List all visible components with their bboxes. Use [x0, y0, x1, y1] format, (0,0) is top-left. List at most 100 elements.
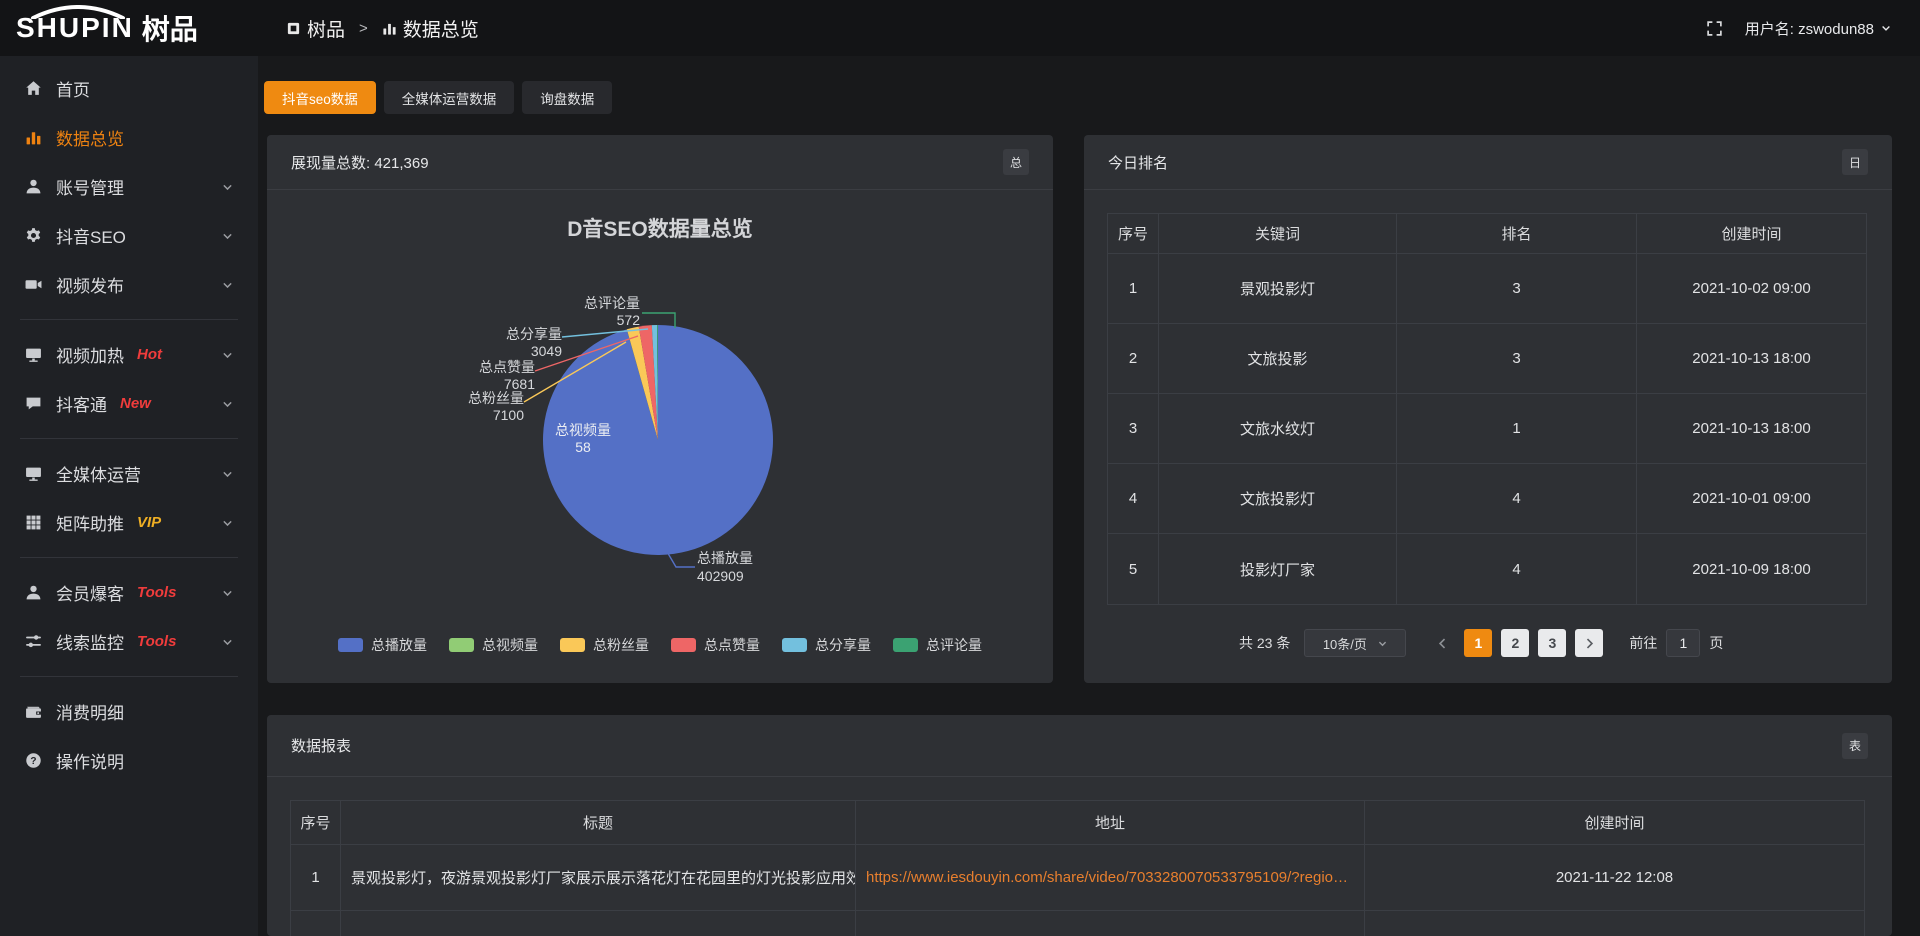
sidebar-item-badge: Tools [137, 633, 176, 650]
sidebar-item-视频加热[interactable]: 视频加热Hot [0, 330, 258, 379]
sidebar-item-label: 抖音SEO [56, 223, 126, 248]
table-row: 1景观投影灯，夜游景观投影灯厂家展示展示落花灯在花园里的灯光投影应用效果 #ht… [291, 845, 1864, 911]
column-header: 创建时间 [1637, 214, 1866, 253]
tab-抖音seo数据[interactable]: 抖音seo数据 [264, 81, 376, 114]
legend-item-总粉丝量[interactable]: 总粉丝量 [560, 635, 649, 655]
app-square-icon [286, 21, 301, 36]
jump-prefix-label: 前往 [1629, 633, 1657, 653]
legend-item-总播放量[interactable]: 总播放量 [338, 635, 427, 655]
daily-toggle-button[interactable]: 日 [1842, 149, 1868, 175]
page-size-select[interactable]: 10条/页 [1304, 629, 1406, 657]
chevron-down-icon [1880, 22, 1892, 34]
table-header-row: 序号标题地址创建时间 [291, 801, 1864, 845]
table-cell: 文旅投影 [1159, 324, 1397, 393]
sidebar-item-会员爆客[interactable]: 会员爆客Tools [0, 568, 258, 617]
table-toggle-button[interactable]: 表 [1842, 733, 1868, 759]
page-jump: 前往 页 [1629, 629, 1723, 657]
sidebar-item-消费明细[interactable]: 消费明细 [0, 687, 258, 736]
top-bar: SHUPIN 树品 树品 > 数据总览 用户名: zswodun88 [0, 0, 1920, 56]
sidebar-item-label: 视频发布 [56, 272, 124, 297]
chat-icon [25, 395, 42, 412]
table-cell: 2021-10-02 09:00 [1637, 254, 1866, 323]
pie-label-value: 7100 [493, 407, 524, 423]
sidebar-item-抖音SEO[interactable]: 抖音SEO [0, 211, 258, 260]
pagination-total: 共 23 条 [1239, 633, 1290, 653]
next-page-icon[interactable] [1575, 629, 1603, 657]
sliders-icon [25, 633, 42, 650]
logo-text-cn: 树品 [142, 8, 198, 48]
table-cell: 4 [1397, 464, 1637, 533]
page-jump-input[interactable] [1666, 629, 1700, 657]
sidebar-item-首页[interactable]: 首页 [0, 64, 258, 113]
app-logo: SHUPIN 树品 [0, 0, 258, 56]
pie-label-name: 总分享量 [506, 326, 562, 342]
pie-label-value: 402909 [697, 568, 744, 584]
sidebar-item-视频发布[interactable]: 视频发布 [0, 260, 258, 309]
column-header: 标题 [341, 801, 856, 844]
sidebar-item-线索监控[interactable]: 线索监控Tools [0, 617, 258, 666]
legend-label: 总粉丝量 [593, 635, 649, 655]
breadcrumb: 树品 > 数据总览 [286, 15, 479, 42]
pie-label-name: 总评论量 [584, 295, 640, 311]
table-header-row: 序号关键词排名创建时间 [1108, 214, 1866, 254]
table-cell: 1 [291, 845, 341, 910]
page-number-list: 123 [1464, 629, 1566, 657]
prev-page-icon[interactable] [1432, 637, 1452, 650]
breadcrumb-item-current: 数据总览 [403, 15, 479, 42]
table-cell: 2021-10-01 09:00 [1637, 464, 1866, 533]
pie-label-name: 总点赞量 [479, 359, 535, 375]
user-menu[interactable]: 用户名: zswodun88 [1745, 18, 1892, 39]
fullscreen-icon[interactable] [1706, 20, 1723, 37]
video-camera-icon [25, 276, 42, 293]
legend-swatch [671, 638, 696, 652]
sidebar-item-抖客通[interactable]: 抖客通New [0, 379, 258, 428]
breadcrumb-item-root[interactable]: 树品 [307, 15, 345, 42]
chart-legend: 总播放量 总视频量 总粉丝量 总点赞量 总分享量 总评论量 [267, 635, 1053, 655]
tab-询盘数据[interactable]: 询盘数据 [522, 81, 612, 114]
page-number-1[interactable]: 1 [1464, 629, 1492, 657]
report-panel-title: 数据报表 [291, 735, 351, 756]
table-cell: 2021-10-13 18:00 [1637, 394, 1866, 463]
tab-全媒体运营数据[interactable]: 全媒体运营数据 [384, 81, 515, 114]
page-size-value: 10条/页 [1323, 634, 1367, 653]
table-cell: 2021-10-13 18:00 [1637, 324, 1866, 393]
report-panel: 数据报表 表 序号标题地址创建时间1景观投影灯，夜游景观投影灯厂家展示展示落花灯… [267, 715, 1892, 936]
pie-label-value: 58 [575, 439, 591, 455]
legend-label: 总分享量 [815, 635, 871, 655]
page-number-3[interactable]: 3 [1538, 629, 1566, 657]
table-cell: 1 [1108, 254, 1159, 323]
report-link[interactable]: https://www.iesdouyin.com/share/video/70… [866, 869, 1354, 886]
table-cell: 投影灯厂家 [1159, 534, 1397, 604]
wallet-icon [25, 703, 42, 720]
overview-panel: 展现量总数: 421,369 总 D音SEO数据量总览 总播放量402909总视… [267, 135, 1053, 683]
report-table: 序号标题地址创建时间1景观投影灯，夜游景观投影灯厂家展示展示落花灯在花园里的灯光… [290, 800, 1865, 936]
legend-item-总分享量[interactable]: 总分享量 [782, 635, 871, 655]
legend-item-总评论量[interactable]: 总评论量 [893, 635, 982, 655]
sidebar-item-矩阵助推[interactable]: 矩阵助推VIP [0, 498, 258, 547]
chevron-down-icon [221, 278, 234, 291]
sidebar-item-全媒体运营[interactable]: 全媒体运营 [0, 449, 258, 498]
table-row: 3文旅水纹灯12021-10-13 18:00 [1108, 394, 1866, 464]
page-number-2[interactable]: 2 [1501, 629, 1529, 657]
table-cell: 3 [1108, 394, 1159, 463]
legend-label: 总点赞量 [704, 635, 760, 655]
sidebar-item-label: 数据总览 [56, 125, 124, 150]
legend-label: 总评论量 [926, 635, 982, 655]
grid-icon [25, 514, 42, 531]
legend-item-总视频量[interactable]: 总视频量 [449, 635, 538, 655]
table-cell [856, 911, 1365, 936]
sidebar-item-badge: Tools [137, 584, 176, 601]
legend-label: 总播放量 [371, 635, 427, 655]
chevron-down-icon [221, 635, 234, 648]
sidebar-item-数据总览[interactable]: 数据总览 [0, 113, 258, 162]
pie-label-name: 总粉丝量 [468, 390, 524, 406]
pie-label-name: 总视频量 [555, 422, 611, 438]
user-icon [25, 584, 42, 601]
sidebar-item-操作说明[interactable]: ?操作说明 [0, 736, 258, 785]
legend-item-总点赞量[interactable]: 总点赞量 [671, 635, 760, 655]
bar-chart-icon [25, 129, 42, 146]
sidebar-item-badge: Hot [137, 346, 162, 363]
sidebar-item-账号管理[interactable]: 账号管理 [0, 162, 258, 211]
table-cell: 2021-11-22 12:08 [1365, 845, 1864, 910]
logo-arc-icon [30, 5, 126, 19]
